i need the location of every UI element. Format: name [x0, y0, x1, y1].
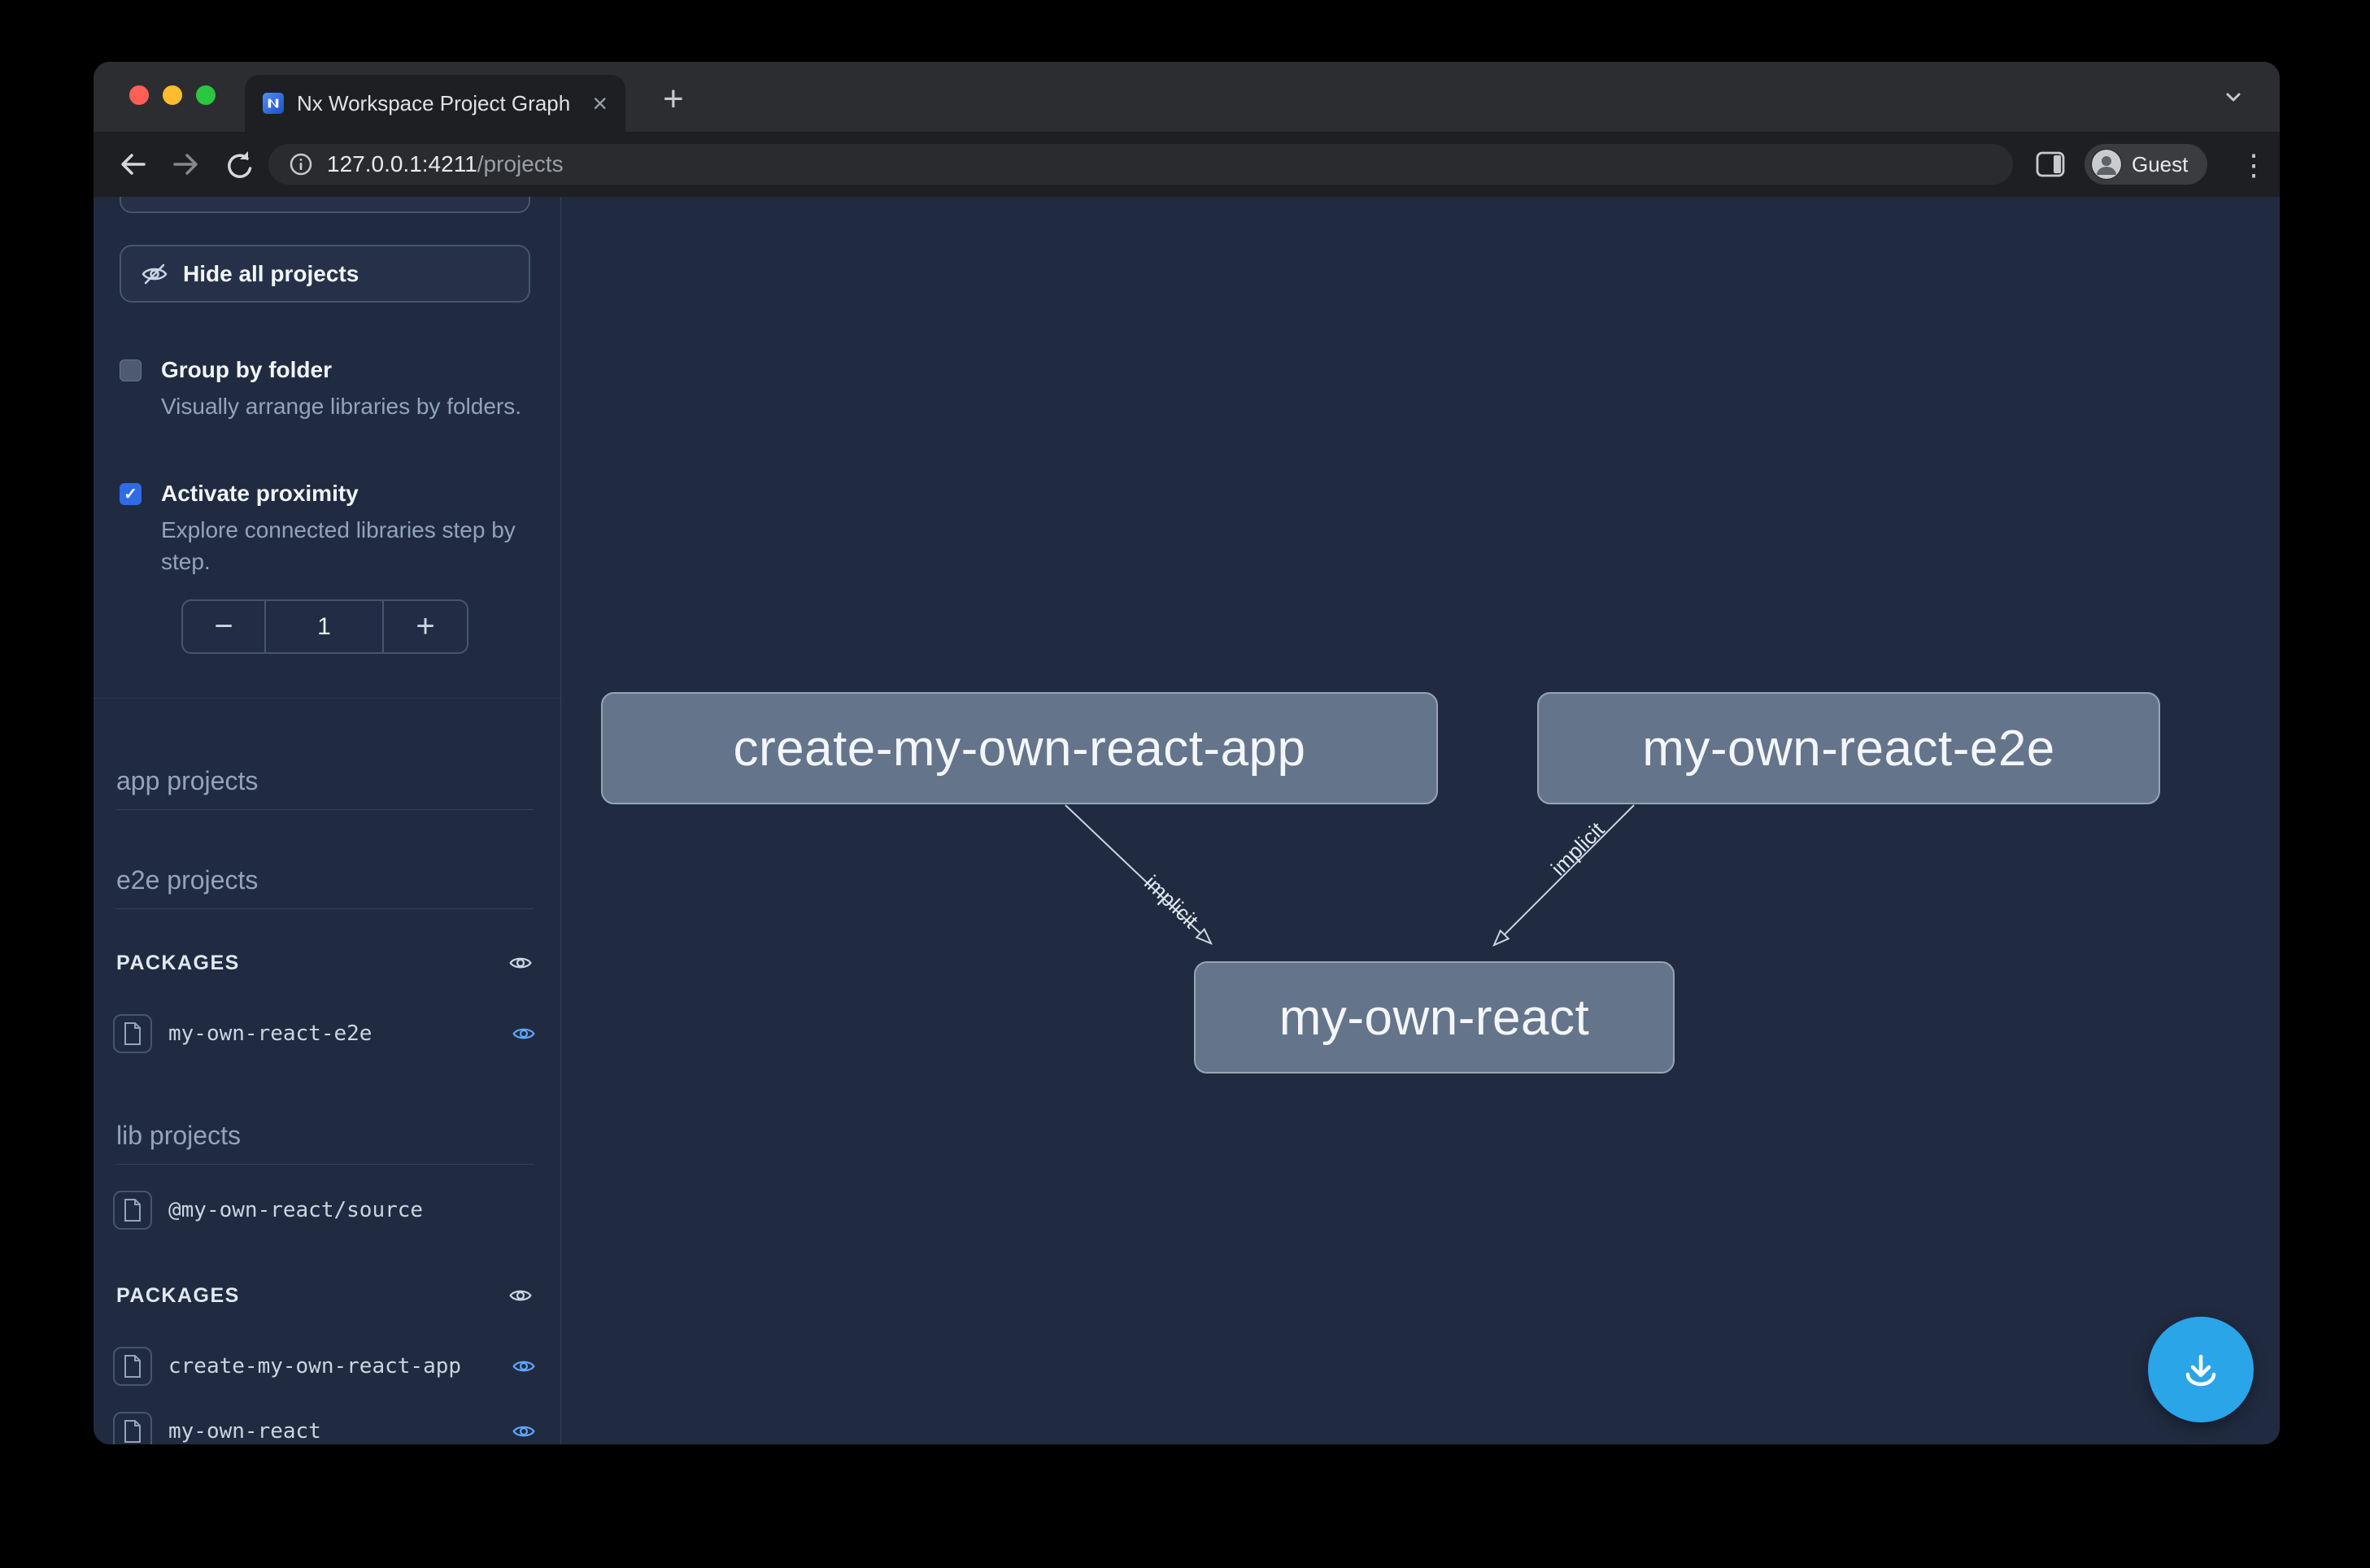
- group-by-folder-description: Visually arrange libraries by folders.: [161, 390, 543, 422]
- e2e-projects-heading: e2e projects: [116, 865, 534, 909]
- node-label: my-own-react-e2e: [1642, 720, 2055, 777]
- nx-favicon-icon: [263, 93, 284, 114]
- activate-proximity-control: ✓ Activate proximity Explore connected l…: [120, 480, 530, 577]
- back-icon[interactable]: [115, 146, 150, 182]
- forward-icon[interactable]: [168, 146, 204, 182]
- hide-all-projects-label: Hide all projects: [183, 261, 359, 287]
- download-image-button[interactable]: [2148, 1317, 2254, 1422]
- edge-label: implicit: [1546, 817, 1610, 880]
- new-tab-button[interactable]: +: [663, 81, 684, 117]
- nx-graph-app: Show all projects Hide all projects Grou…: [94, 197, 2280, 1444]
- package-name: my-own-react: [168, 1419, 495, 1444]
- activate-proximity-description: Explore connected libraries step by step…: [161, 514, 543, 577]
- package-name: create-my-own-react-app: [168, 1354, 495, 1379]
- edge-label: implicit: [1139, 870, 1204, 933]
- site-info-icon[interactable]: [288, 151, 314, 177]
- activate-proximity-checkbox[interactable]: ✓: [120, 483, 142, 505]
- activate-proximity-label: Activate proximity: [161, 480, 543, 507]
- eye-icon[interactable]: [512, 1419, 536, 1444]
- address-bar[interactable]: 127.0.0.1:4211/projects: [268, 144, 2013, 185]
- proximity-value: 1: [266, 601, 384, 652]
- node-label: my-own-react: [1279, 989, 1590, 1047]
- hide-all-projects-button[interactable]: Hide all projects: [120, 245, 530, 303]
- app-projects-heading: app projects: [116, 766, 534, 810]
- check-icon: ✓: [124, 484, 137, 504]
- show-all-projects-button[interactable]: Show all projects: [120, 197, 530, 213]
- eye-icon[interactable]: [508, 1283, 533, 1308]
- e2e-packages-header: PACKAGES: [116, 947, 533, 979]
- proximity-decrement-button[interactable]: −: [183, 601, 266, 652]
- node-create-my-own-react-app[interactable]: create-my-own-react-app: [601, 692, 1438, 804]
- lib-packages-header: PACKAGES: [116, 1279, 533, 1312]
- group-by-folder-checkbox[interactable]: [120, 359, 142, 381]
- browser-toolbar: 127.0.0.1:4211/projects Guest ⋮: [94, 132, 2280, 197]
- avatar-icon: [2091, 149, 2122, 180]
- tab-strip: Nx Workspace Project Graph × +: [94, 62, 2280, 132]
- url-text: 127.0.0.1:4211/projects: [327, 151, 564, 177]
- tab-title: Nx Workspace Project Graph: [297, 91, 579, 116]
- browser-menu-icon[interactable]: ⋮: [2239, 148, 2268, 182]
- document-icon: [113, 1191, 152, 1230]
- sidebar-divider: [94, 698, 561, 699]
- group-by-folder-label: Group by folder: [161, 356, 543, 384]
- download-icon: [2176, 1345, 2225, 1394]
- reload-icon[interactable]: [220, 146, 256, 182]
- eye-icon[interactable]: [508, 951, 533, 975]
- proximity-stepper: − 1 +: [181, 599, 468, 654]
- chevron-down-icon[interactable]: [2220, 85, 2247, 109]
- node-my-own-react[interactable]: my-own-react: [1194, 961, 1675, 1074]
- node-label: create-my-own-react-app: [733, 720, 1305, 777]
- browser-tab[interactable]: Nx Workspace Project Graph ×: [245, 75, 625, 132]
- minimize-window-button[interactable]: [163, 85, 182, 105]
- package-name: @my-own-react/source: [168, 1198, 536, 1222]
- close-window-button[interactable]: [129, 85, 149, 105]
- url-path: /projects: [477, 151, 564, 176]
- url-host: 127.0.0.1:4211: [327, 151, 477, 176]
- browser-window: Nx Workspace Project Graph × +: [94, 62, 2280, 1444]
- eye-icon[interactable]: [512, 1354, 536, 1379]
- close-tab-icon[interactable]: ×: [592, 90, 608, 116]
- profile-name: Guest: [2132, 152, 2188, 177]
- eye-icon: [141, 197, 168, 198]
- graph-edges: implicit implicit: [561, 197, 2280, 1444]
- lib-projects-heading: lib projects: [116, 1121, 534, 1165]
- show-all-projects-label: Show all projects: [183, 197, 370, 198]
- list-item[interactable]: @my-own-react/source: [113, 1191, 536, 1230]
- node-my-own-react-e2e[interactable]: my-own-react-e2e: [1537, 692, 2160, 804]
- list-item[interactable]: my-own-react-e2e: [113, 1014, 536, 1053]
- eye-off-icon: [141, 260, 168, 288]
- eye-icon[interactable]: [512, 1021, 536, 1046]
- group-by-folder-control: Group by folder Visually arrange librari…: [120, 356, 530, 422]
- zoom-window-button[interactable]: [196, 85, 216, 105]
- window-controls: [129, 85, 216, 105]
- document-icon: [113, 1014, 152, 1053]
- package-name: my-own-react-e2e: [168, 1021, 495, 1046]
- side-panel-icon[interactable]: [2036, 151, 2065, 177]
- packages-label: PACKAGES: [116, 952, 240, 975]
- list-item[interactable]: my-own-react: [113, 1412, 536, 1444]
- proximity-increment-button[interactable]: +: [384, 601, 467, 652]
- graph-canvas[interactable]: implicit implicit create-my-own-react-ap…: [561, 197, 2280, 1444]
- sidebar: Show all projects Hide all projects Grou…: [94, 197, 561, 1444]
- packages-label: PACKAGES: [116, 1284, 240, 1308]
- document-icon: [113, 1412, 152, 1444]
- list-item[interactable]: create-my-own-react-app: [113, 1347, 536, 1386]
- profile-chip[interactable]: Guest: [2085, 144, 2207, 185]
- document-icon: [113, 1347, 152, 1386]
